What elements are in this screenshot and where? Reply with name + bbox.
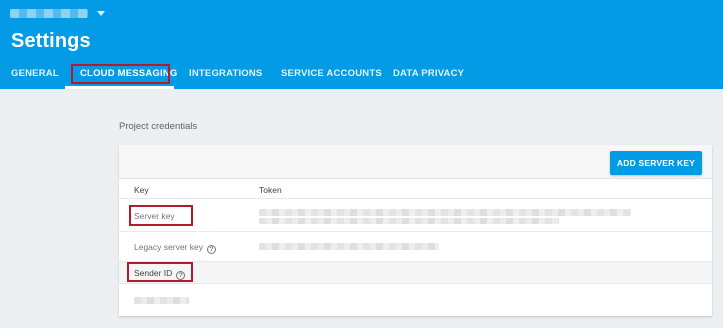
chevron-down-icon xyxy=(97,10,105,16)
server-key-token-redacted-line2[interactable] xyxy=(259,218,559,224)
highlight-box-cloud-messaging xyxy=(71,64,170,84)
sender-id-value-redacted[interactable] xyxy=(134,297,189,304)
highlight-box-sender-id xyxy=(127,262,193,282)
tab-general[interactable]: GENERAL xyxy=(11,62,59,89)
table-header-row: Key Token xyxy=(119,179,712,199)
add-server-key-button[interactable]: ADD SERVER KEY xyxy=(610,151,702,175)
legacy-server-key-label: Legacy server key? xyxy=(134,242,216,254)
tab-integrations[interactable]: INTEGRATIONS xyxy=(189,62,262,89)
legacy-server-key-token-redacted[interactable] xyxy=(259,243,439,250)
table-row: Legacy server key? xyxy=(119,232,712,262)
tab-service-accounts[interactable]: SERVICE ACCOUNTS xyxy=(281,62,382,89)
project-picker[interactable] xyxy=(10,6,105,20)
page-title: Settings xyxy=(11,30,91,52)
highlight-box-server-key xyxy=(129,205,193,226)
column-header-token: Token xyxy=(259,185,282,195)
app-header: Settings GENERAL CLOUD MESSAGING INTEGRA… xyxy=(0,0,723,89)
active-tab-indicator xyxy=(65,86,174,89)
help-circle-icon[interactable]: ? xyxy=(206,245,216,254)
tab-data-privacy[interactable]: DATA PRIVACY xyxy=(393,62,464,89)
card-toolbar: ADD SERVER KEY xyxy=(119,145,712,179)
column-header-key: Key xyxy=(134,185,149,195)
credentials-card: ADD SERVER KEY Key Token Server key Lega… xyxy=(119,145,712,316)
sender-id-value-row xyxy=(119,284,712,316)
section-title: Project credentials xyxy=(119,121,198,132)
server-key-token-redacted[interactable] xyxy=(259,209,631,216)
project-name-redacted xyxy=(10,8,88,18)
legacy-server-key-text: Legacy server key xyxy=(134,242,203,252)
sender-id-header-row: Sender ID? xyxy=(119,262,712,284)
table-row: Server key xyxy=(119,199,712,232)
